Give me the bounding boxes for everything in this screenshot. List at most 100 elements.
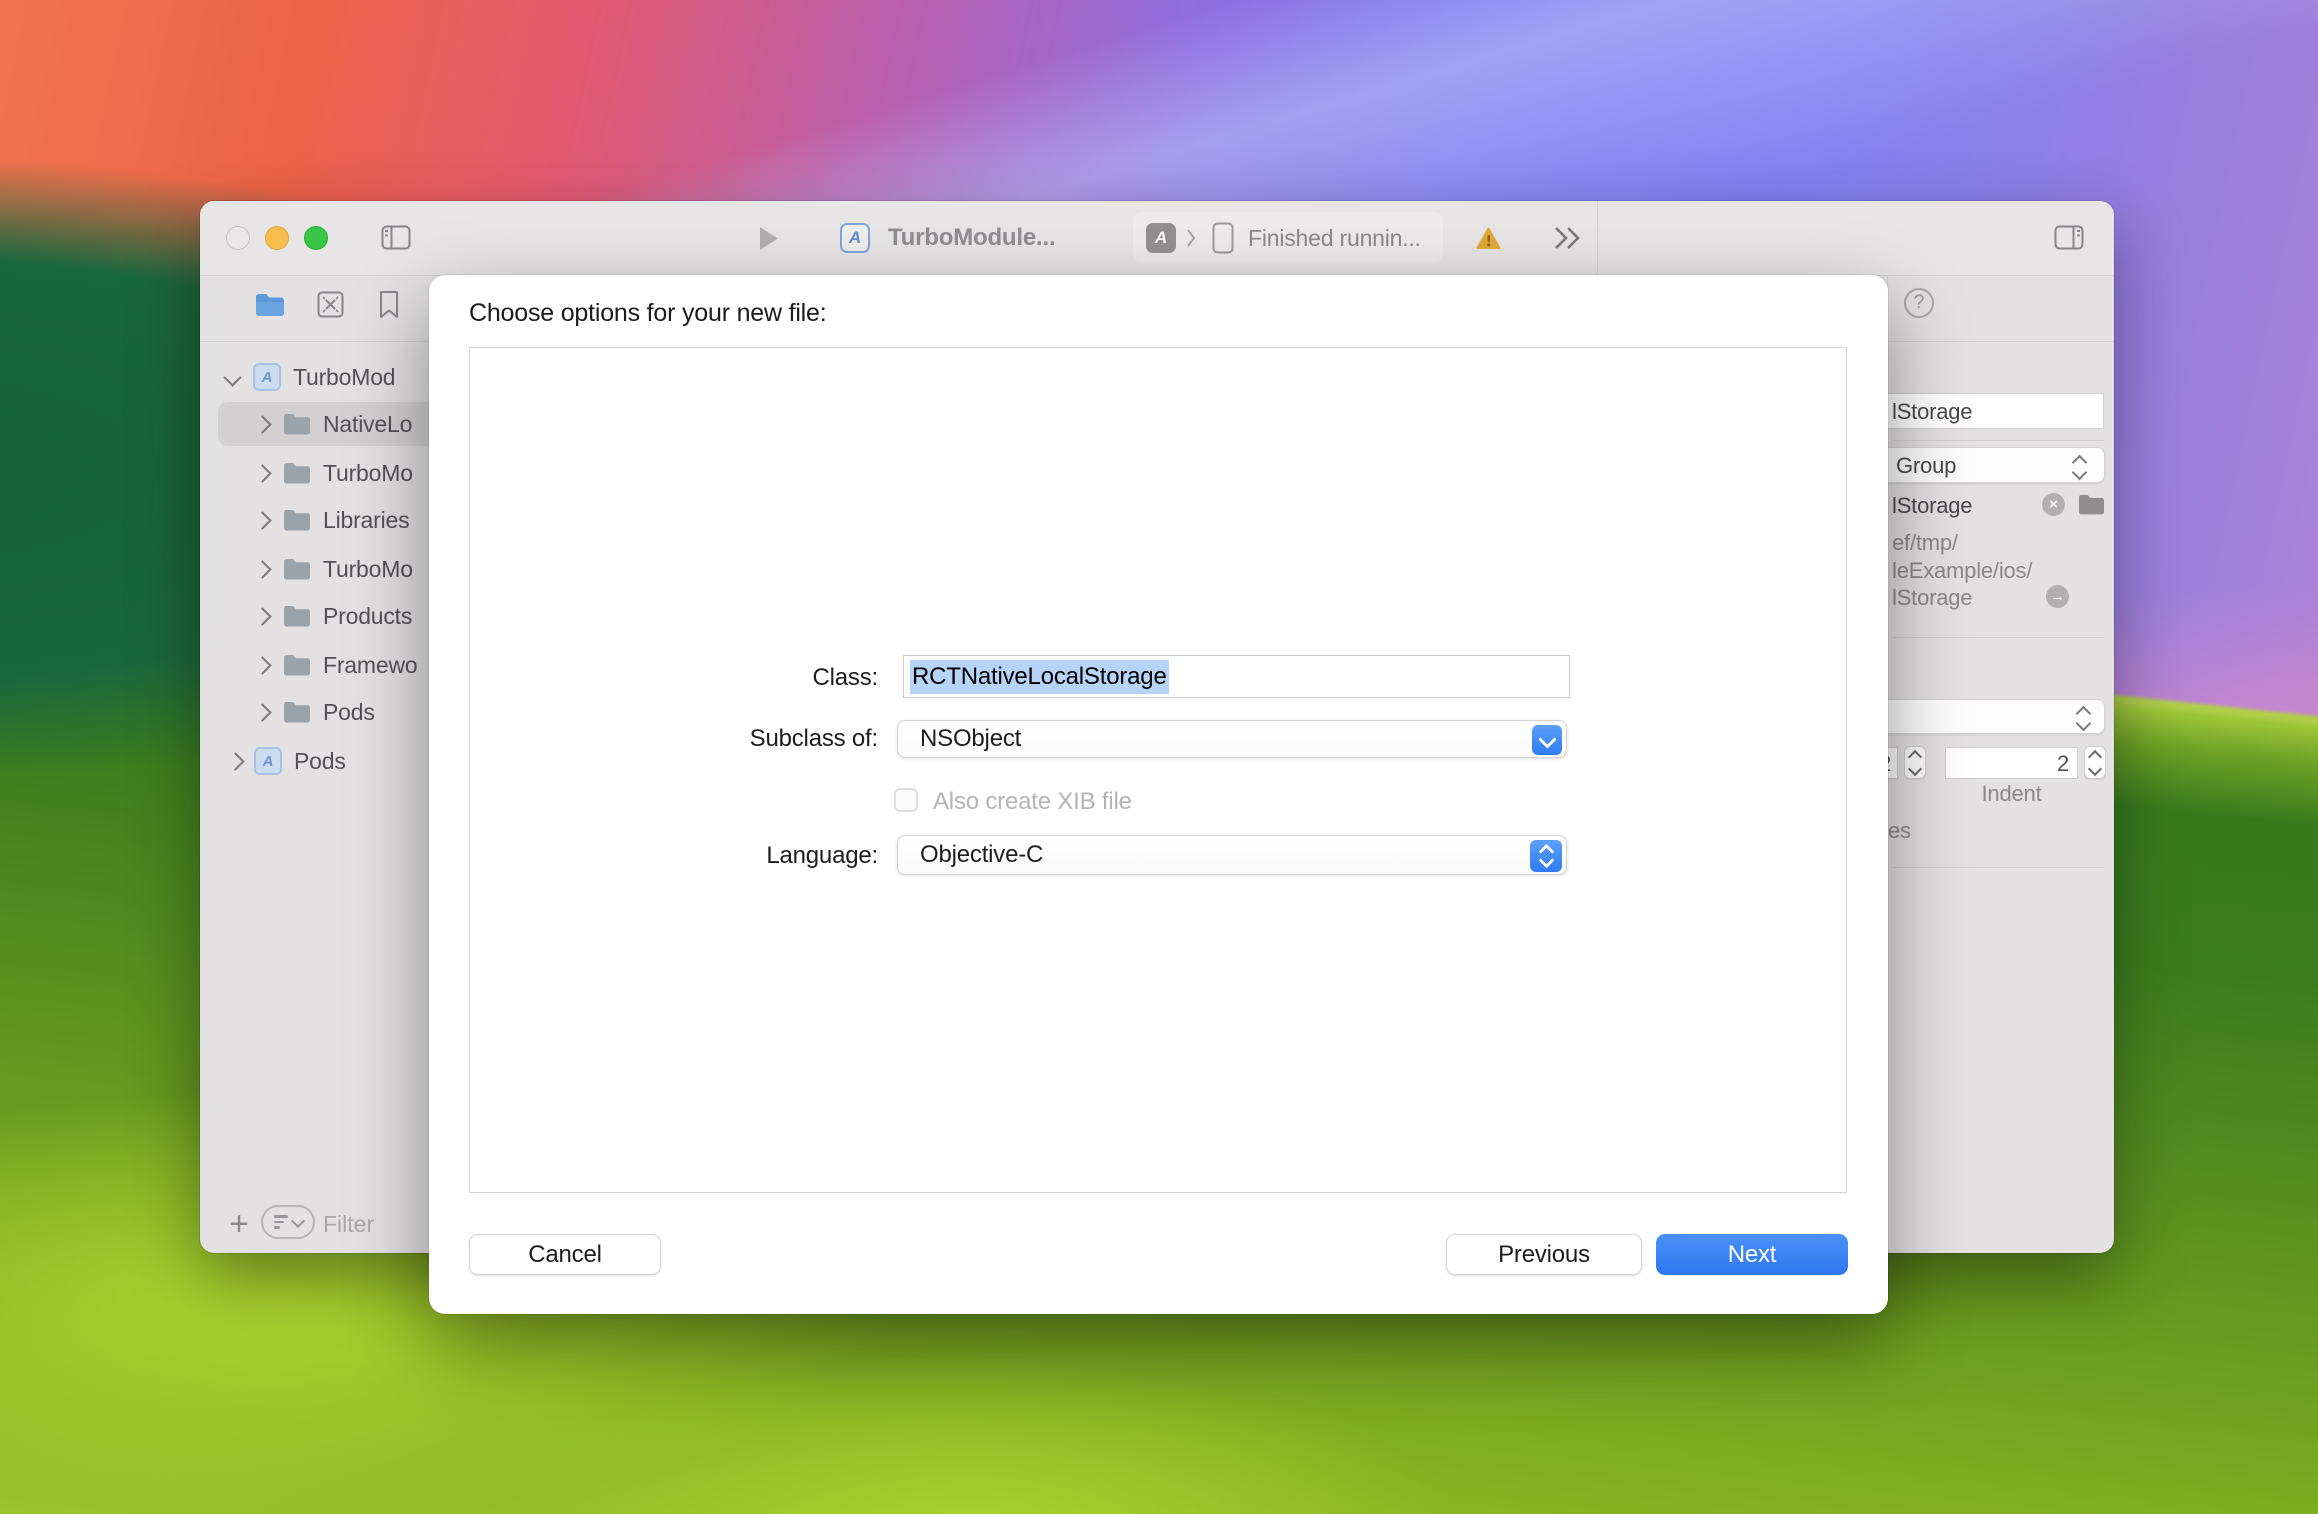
- tree-row-label: TurboMod: [293, 364, 395, 391]
- project-file-icon: A: [253, 363, 281, 391]
- tree-row-folder[interactable]: Framewo: [256, 643, 417, 687]
- inspector-divider: [1892, 440, 2104, 441]
- desktop: A TurboModule... A Finished runnin...: [0, 0, 2318, 1514]
- tree-row-label: TurboMo: [323, 556, 413, 583]
- folder-icon: [283, 509, 311, 531]
- folder-icon: [283, 558, 311, 580]
- tree-row-label: NativeLo: [323, 411, 412, 438]
- chevron-right-icon[interactable]: [253, 511, 271, 529]
- tree-row-folder[interactable]: NativeLo: [256, 402, 412, 446]
- folder-icon: [283, 605, 311, 627]
- tree-row-label: Framewo: [323, 652, 417, 679]
- toolbar: A TurboModule... A Finished runnin...: [200, 201, 2114, 276]
- project-navigator-tab-icon[interactable]: [255, 293, 285, 317]
- dialog-title: Choose options for your new file:: [469, 299, 827, 328]
- inspector-location-value: Group: [1896, 453, 1956, 479]
- toggle-navigator-icon[interactable]: [381, 225, 411, 250]
- inspector-name-value: lStorage: [1892, 399, 1972, 425]
- inspector-path-line: lStorage: [1892, 585, 1972, 611]
- subclass-value: NSObject: [920, 725, 1021, 753]
- tree-row-label: Pods: [294, 748, 346, 775]
- inspector-divider: [1892, 867, 2104, 868]
- chevron-down-icon: [1538, 853, 1554, 869]
- bookmark-navigator-tab-icon[interactable]: [379, 290, 399, 319]
- folder-icon: [283, 413, 311, 435]
- chevron-down-icon: [1538, 730, 1556, 748]
- xib-checkbox[interactable]: [894, 788, 918, 812]
- subclass-combobox[interactable]: NSObject: [897, 720, 1567, 758]
- project-app-icon[interactable]: A: [840, 223, 870, 253]
- activity-status-text: Finished runnin...: [1248, 201, 1421, 275]
- inspector-path-line: leExample/ios/: [1892, 558, 2032, 584]
- subclass-label: Subclass of:: [628, 725, 878, 753]
- tree-row-folder[interactable]: Pods: [256, 690, 375, 734]
- inspector-path-line: ef/tmp/: [1892, 530, 1958, 556]
- language-popup[interactable]: Objective-C: [897, 835, 1567, 875]
- tree-row-folder[interactable]: TurboMo: [256, 547, 413, 591]
- chevron-right-icon[interactable]: [226, 752, 244, 770]
- chevron-down-icon: [290, 1213, 304, 1227]
- toggle-inspector-icon[interactable]: [2054, 225, 2084, 250]
- chevron-right-icon[interactable]: [253, 703, 271, 721]
- breadcrumb-chevron-icon: [1186, 228, 1196, 248]
- run-button-icon[interactable]: [758, 226, 779, 251]
- tree-row-label: Products: [323, 603, 412, 630]
- tree-row-label: TurboMo: [323, 460, 413, 487]
- choose-folder-icon[interactable]: [2078, 494, 2105, 515]
- class-input-selected-text: RCTNativeLocalStorage: [910, 660, 1169, 694]
- class-label: Class:: [628, 664, 878, 692]
- wrap-lines-fragment: es: [1888, 818, 1911, 844]
- tree-row-folder[interactable]: Libraries: [256, 498, 409, 542]
- popup-updown-icon: [2074, 457, 2085, 478]
- inspector-file-name: lStorage: [1892, 493, 1972, 519]
- next-button[interactable]: Next: [1656, 1234, 1848, 1275]
- chevron-down-icon[interactable]: [223, 368, 241, 386]
- folder-icon: [283, 654, 311, 676]
- new-file-options-dialog: Choose options for your new file: Class:…: [429, 275, 1888, 1314]
- tree-row-label: Pods: [323, 699, 375, 726]
- tree-row-project[interactable]: A Pods: [229, 739, 346, 783]
- close-window-button[interactable]: [226, 226, 250, 250]
- tree-row-folder[interactable]: Products: [256, 594, 412, 638]
- folder-icon: [283, 462, 311, 484]
- indent-label: Indent: [1945, 781, 2078, 807]
- language-value: Objective-C: [920, 841, 1043, 869]
- filter-lines-icon: [274, 1215, 288, 1228]
- chevron-right-icon[interactable]: [253, 415, 271, 433]
- tree-row-folder[interactable]: TurboMo: [256, 451, 413, 495]
- tab-width-field[interactable]: 2: [1945, 747, 2078, 779]
- tree-row-label: Libraries: [323, 507, 409, 534]
- minimize-window-button[interactable]: [265, 226, 289, 250]
- scheme-app-icon[interactable]: A: [1146, 223, 1176, 253]
- xib-checkbox-label: Also create XIB file: [933, 788, 1132, 816]
- filter-options-button[interactable]: [261, 1205, 315, 1239]
- previous-button[interactable]: Previous: [1446, 1234, 1642, 1275]
- chevron-right-icon[interactable]: [253, 464, 271, 482]
- language-label: Language:: [628, 842, 878, 870]
- chevron-right-icon[interactable]: [253, 656, 271, 674]
- help-button[interactable]: ?: [1904, 288, 1934, 318]
- cancel-button[interactable]: Cancel: [469, 1234, 661, 1275]
- toolbar-project-title[interactable]: TurboModule...: [888, 201, 1055, 275]
- clear-file-icon[interactable]: ×: [2042, 493, 2065, 516]
- toolbar-overflow-chevrons-icon[interactable]: [1552, 225, 1584, 251]
- warning-badge-icon[interactable]: [1476, 227, 1501, 250]
- x-square-navigator-tab-icon[interactable]: [317, 291, 344, 318]
- chevron-right-icon[interactable]: [253, 560, 271, 578]
- class-input[interactable]: RCTNativeLocalStorage: [903, 655, 1570, 698]
- popup-updown-button[interactable]: [1530, 840, 1562, 872]
- stepper-control[interactable]: [2084, 746, 2106, 779]
- stepper-control[interactable]: [1904, 746, 1926, 779]
- project-file-icon: A: [254, 747, 282, 775]
- combobox-dropdown-button[interactable]: [1532, 725, 1562, 755]
- chevron-right-icon[interactable]: [253, 607, 271, 625]
- zoom-window-button[interactable]: [304, 226, 328, 250]
- open-path-arrow-icon[interactable]: →: [2046, 585, 2069, 608]
- device-phone-icon[interactable]: [1212, 222, 1234, 254]
- add-button[interactable]: +: [222, 1200, 256, 1248]
- dialog-content-box: [469, 347, 1847, 1193]
- tree-row-project[interactable]: A TurboMod: [226, 355, 395, 399]
- filter-input[interactable]: Filter: [323, 1200, 374, 1248]
- folder-icon: [283, 701, 311, 723]
- toolbar-divider: [1597, 201, 1598, 275]
